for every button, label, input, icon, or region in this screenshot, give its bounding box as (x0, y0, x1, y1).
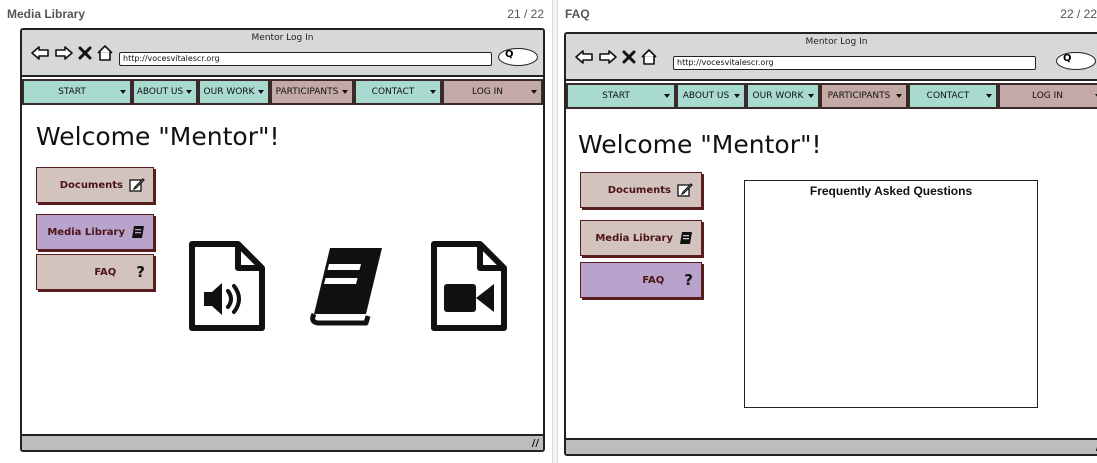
chevron-down-icon (531, 90, 537, 94)
faq-button[interactable]: FAQ ? (36, 254, 154, 290)
chevron-down-icon (186, 90, 192, 94)
panel-title: FAQ (565, 7, 590, 21)
stop-x-icon[interactable] (78, 46, 92, 60)
search-icon: Q (505, 49, 514, 60)
forward-arrow-icon[interactable] (598, 49, 618, 65)
nav-label: OUR WORK (203, 87, 255, 97)
search-icon: Q (1063, 53, 1072, 64)
resize-grip-icon[interactable]: // (532, 438, 539, 449)
browser-window: Mentor Log In http://vocesvitalescr.org … (564, 32, 1097, 456)
nav-start[interactable]: START (566, 83, 676, 109)
edit-icon (677, 183, 693, 197)
audio-file-icon[interactable] (188, 240, 266, 332)
nav-participants[interactable]: PARTICIPANTS (270, 79, 354, 105)
browser-statusbar: // (566, 438, 1097, 454)
window-title: Mentor Log In (805, 37, 868, 47)
media-library-button[interactable]: Media Library (580, 220, 702, 256)
faq-panel: Frequently Asked Questions (744, 180, 1038, 408)
nav-label: CONTACT (371, 87, 415, 97)
nav-log-in[interactable]: LOG IN (998, 83, 1097, 109)
panel-header: Media Library 21 / 22 (0, 0, 552, 26)
media-library-button[interactable]: Media Library (36, 214, 154, 250)
faq-title: Frequently Asked Questions (809, 184, 973, 198)
chevron-down-icon (258, 90, 264, 94)
panel-title: Media Library (7, 7, 86, 21)
nav-participants[interactable]: PARTICIPANTS (820, 83, 908, 109)
nav-start[interactable]: START (22, 79, 132, 105)
back-arrow-icon[interactable] (30, 45, 50, 61)
nav-label: LOG IN (1032, 91, 1063, 101)
nav-our-work[interactable]: OUR WORK (198, 79, 270, 105)
home-icon[interactable] (640, 49, 658, 65)
nav-label: ABOUT US (136, 87, 184, 97)
mockup-panel-media-library: Media Library 21 / 22 Mentor Log In http… (0, 0, 552, 463)
chevron-down-icon (896, 94, 902, 98)
question-icon: ? (684, 271, 693, 289)
nav-menu: START ABOUT US OUR WORK PARTICIPANTS CON… (22, 79, 543, 107)
nav-our-work[interactable]: OUR WORK (746, 83, 820, 109)
nav-label: START (58, 87, 86, 97)
chevron-down-icon (664, 94, 670, 98)
nav-label: LOG IN (472, 87, 503, 97)
nav-label: ABOUT US (682, 91, 730, 101)
home-icon[interactable] (96, 45, 114, 61)
button-label: Media Library (47, 226, 125, 238)
question-icon: ? (136, 263, 145, 281)
address-bar[interactable]: http://vocesvitalescr.org (119, 52, 492, 66)
page-title: Welcome "Mentor"! (578, 130, 822, 159)
nav-label: CONTACT (926, 91, 970, 101)
browser-titlebar: Mentor Log In http://vocesvitalescr.org … (566, 34, 1097, 81)
browser-titlebar: Mentor Log In http://vocesvitalescr.org … (22, 30, 543, 77)
chevron-down-icon (430, 90, 436, 94)
book-icon (132, 226, 144, 238)
nav-menu: START ABOUT US OUR WORK PARTICIPANTS CON… (566, 83, 1097, 111)
nav-label: PARTICIPANTS (827, 91, 891, 101)
search-button[interactable]: Q (1056, 52, 1096, 70)
mockup-panel-faq: FAQ 22 / 22 Mentor Log In http://vocesvi… (558, 0, 1097, 463)
page-counter: 21 / 22 (507, 7, 544, 21)
nav-label: START (602, 91, 630, 101)
browser-statusbar: // (22, 434, 543, 450)
browser-nav-controls (30, 44, 114, 62)
chevron-down-icon (986, 94, 992, 98)
panel-header: FAQ 22 / 22 (558, 0, 1097, 26)
nav-label: OUR WORK (752, 91, 804, 101)
button-label: FAQ (642, 274, 665, 286)
chevron-down-icon (342, 90, 348, 94)
chevron-down-icon (120, 90, 126, 94)
button-label: Documents (59, 179, 123, 191)
nav-about-us[interactable]: ABOUT US (132, 79, 198, 105)
chevron-down-icon (734, 94, 740, 98)
forward-arrow-icon[interactable] (54, 45, 74, 61)
video-file-icon[interactable] (430, 240, 508, 332)
address-bar[interactable]: http://vocesvitalescr.org (673, 56, 1036, 70)
nav-log-in[interactable]: LOG IN (442, 79, 543, 105)
page-counter: 22 / 22 (1060, 7, 1097, 21)
nav-label: PARTICIPANTS (275, 87, 339, 97)
book-icon[interactable] (308, 244, 386, 326)
stop-x-icon[interactable] (622, 50, 636, 64)
button-label: FAQ (94, 266, 117, 278)
faq-button[interactable]: FAQ ? (580, 262, 702, 298)
nav-contact[interactable]: CONTACT (354, 79, 442, 105)
search-button[interactable]: Q (498, 48, 538, 66)
nav-contact[interactable]: CONTACT (908, 83, 998, 109)
window-title: Mentor Log In (251, 33, 314, 43)
button-label: Documents (607, 184, 671, 196)
button-label: Media Library (595, 232, 673, 244)
edit-icon (129, 178, 145, 192)
documents-button[interactable]: Documents (580, 172, 702, 208)
chevron-down-icon (808, 94, 814, 98)
page-title: Welcome "Mentor"! (36, 122, 280, 151)
book-icon (680, 232, 692, 244)
back-arrow-icon[interactable] (574, 49, 594, 65)
nav-about-us[interactable]: ABOUT US (676, 83, 746, 109)
documents-button[interactable]: Documents (36, 167, 154, 203)
browser-window: Mentor Log In http://vocesvitalescr.org … (20, 28, 545, 452)
browser-nav-controls (574, 48, 658, 66)
